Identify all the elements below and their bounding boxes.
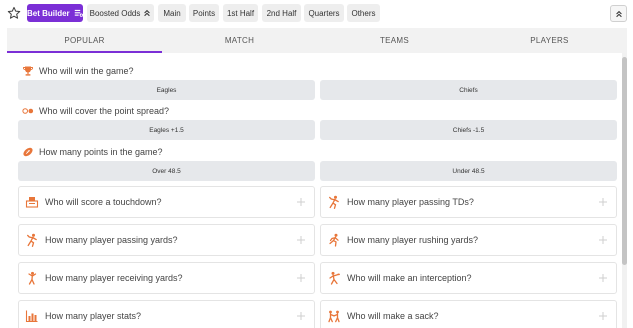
plus-icon: [297, 198, 305, 206]
star-icon[interactable]: [7, 6, 21, 20]
tab-teams[interactable]: TEAMS: [317, 28, 472, 53]
interception-icon: [329, 271, 340, 285]
market-card-interception[interactable]: Who will make an interception?: [320, 262, 617, 294]
chip-others[interactable]: Others: [347, 4, 380, 22]
chip-boosted-odds[interactable]: Boosted Odds: [87, 4, 154, 22]
market-label: How many player receiving yards?: [45, 273, 183, 283]
option-under[interactable]: Under 48.5: [320, 161, 617, 181]
option-eagles-spread[interactable]: Eagles +1.5: [18, 120, 315, 140]
double-chevron-up-icon: [144, 9, 151, 17]
market-card-rushing-yards[interactable]: How many player rushing yards?: [320, 224, 617, 256]
chip-label: Main: [163, 8, 181, 18]
collapse-button[interactable]: [610, 5, 627, 22]
market-label: How many player rushing yards?: [347, 235, 479, 245]
chip-label: Others: [351, 8, 376, 18]
passer-icon: [27, 233, 37, 247]
trophy-icon: [22, 66, 34, 76]
chip-label: Quarters: [308, 8, 340, 18]
question-title: How many points in the game?: [39, 147, 163, 157]
sack-icon: [328, 310, 340, 323]
market-label: Who will score a touchdown?: [45, 197, 162, 207]
plus-icon: [297, 312, 305, 320]
market-tabs: POPULAR MATCH TEAMS PLAYERS: [7, 28, 627, 53]
bet-builder-label: Bet Builder: [27, 8, 70, 18]
market-label: How many player stats?: [45, 311, 142, 321]
plus-icon: [599, 198, 607, 206]
plus-icon: [599, 236, 607, 244]
tab-match[interactable]: MATCH: [162, 28, 317, 53]
tab-popular[interactable]: POPULAR: [7, 28, 162, 53]
bet-builder-icon: [74, 9, 83, 17]
plus-icon: [297, 236, 305, 244]
market-card-player-stats[interactable]: How many player stats?: [18, 300, 315, 328]
option-chiefs[interactable]: Chiefs: [320, 80, 617, 100]
plus-icon: [297, 274, 305, 282]
question-winner: Who will win the game?: [22, 64, 134, 78]
tab-players[interactable]: PLAYERS: [472, 28, 627, 53]
chip-label: 1st Half: [226, 8, 255, 18]
chip-label: Boosted Odds: [89, 8, 141, 18]
receiver-icon: [28, 271, 37, 285]
option-eagles[interactable]: Eagles: [18, 80, 315, 100]
plus-icon: [599, 312, 607, 320]
chip-quarters[interactable]: Quarters: [304, 4, 344, 22]
chip-label: 2nd Half: [266, 8, 297, 18]
chip-points[interactable]: Points: [189, 4, 219, 22]
touchdown-icon: [25, 197, 39, 208]
scrollbar[interactable]: [622, 53, 627, 328]
question-title: Who will win the game?: [39, 66, 134, 76]
double-chevron-up-icon: [615, 10, 622, 17]
market-card-passing-yards[interactable]: How many player passing yards?: [18, 224, 315, 256]
passer-icon: [329, 195, 339, 209]
market-label: How many player passing yards?: [45, 235, 178, 245]
market-card-receiving-yards[interactable]: How many player receiving yards?: [18, 262, 315, 294]
question-spread: Who will cover the point spread?: [22, 104, 169, 118]
market-card-touchdown[interactable]: Who will score a touchdown?: [18, 186, 315, 218]
chip-1st-half[interactable]: 1st Half: [223, 4, 258, 22]
chip-main[interactable]: Main: [158, 4, 186, 22]
market-card-passing-tds[interactable]: How many player passing TDs?: [320, 186, 617, 218]
market-label: How many player passing TDs?: [347, 197, 474, 207]
market-label: Who will make a sack?: [347, 311, 439, 321]
scrollbar-thumb[interactable]: [622, 57, 627, 265]
chip-label: Points: [192, 8, 216, 18]
bet-builder-button[interactable]: Bet Builder: [27, 4, 83, 22]
option-chiefs-spread[interactable]: Chiefs -1.5: [320, 120, 617, 140]
runner-icon: [329, 233, 339, 247]
chip-2nd-half[interactable]: 2nd Half: [262, 4, 301, 22]
question-title: Who will cover the point spread?: [39, 106, 170, 116]
plus-icon: [599, 274, 607, 282]
filter-bar: Bet Builder Boosted Odds Main Points 1st…: [0, 0, 633, 27]
stats-icon: [25, 310, 38, 323]
markets-panel: Who will win the game? Eagles Chiefs Who…: [7, 53, 621, 328]
spread-icon: [22, 108, 34, 114]
market-card-sack[interactable]: Who will make a sack?: [320, 300, 617, 328]
question-total-points: How many points in the game?: [22, 145, 163, 159]
football-icon: [23, 147, 33, 157]
market-label: Who will make an interception?: [347, 273, 472, 283]
option-over[interactable]: Over 48.5: [18, 161, 315, 181]
